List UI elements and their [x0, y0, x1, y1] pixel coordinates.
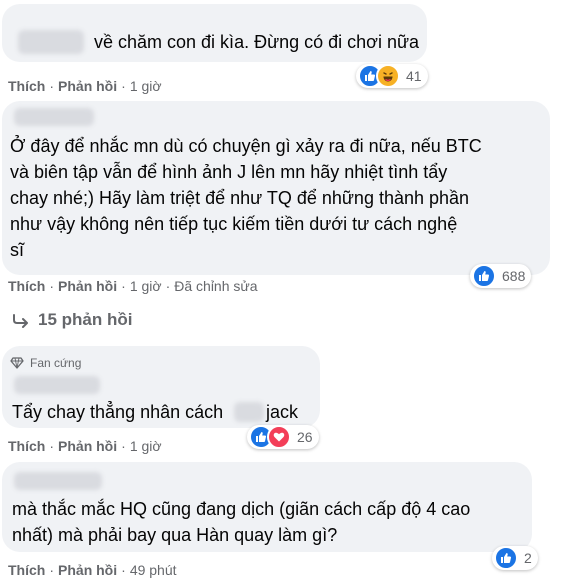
reply-button[interactable]: Phản hồi [58, 562, 117, 578]
reply-button[interactable]: Phản hồi [58, 438, 117, 454]
badge-label: Fan cứng [30, 356, 82, 370]
replies-count-label: 15 phản hồi [38, 310, 133, 329]
reaction-count: 26 [297, 429, 313, 445]
comment-text-line: jack [266, 402, 299, 422]
comment-text-line: và biên tập vẫn để hình ảnh J lên mn hãy… [10, 162, 448, 182]
heart-icon [267, 425, 291, 449]
reply-arrow-icon [13, 313, 28, 328]
redacted-name [14, 472, 102, 490]
comment-actions: Thích · Phản hồi · 1 giờ [8, 438, 162, 454]
comment-actions: Thích · Phản hồi · 49 phút [8, 562, 177, 578]
haha-icon [376, 64, 400, 88]
comment-text-line: chay nhé;) Hãy làm triệt để như TQ để nh… [10, 188, 470, 208]
reaction-summary[interactable]: 26 [247, 425, 319, 449]
comment-text-line: Ở đây để nhắc mn dù có chuyện gì xảy ra … [10, 136, 482, 156]
redacted-name [18, 30, 84, 54]
comment-text-line: nhất) mà phải bay qua Hàn quay làm gì? [12, 525, 338, 545]
like-button[interactable]: Thích [8, 278, 45, 294]
like-button[interactable]: Thích [8, 562, 45, 578]
reply-button[interactable]: Phản hồi [58, 78, 117, 94]
like-icon [472, 264, 496, 288]
redacted-name [14, 108, 94, 126]
reply-button[interactable]: Phản hồi [58, 278, 117, 294]
comment-text: về chăm con đi kìa. Đừng có đi chơi nữa [94, 32, 420, 52]
timestamp[interactable]: 49 phút [130, 562, 177, 578]
redacted-word [234, 402, 264, 422]
fan-badge: Fan cứng [10, 356, 81, 370]
redacted-name [14, 376, 100, 394]
comment-actions: Thích · Phản hồi · 1 giờ [8, 78, 162, 94]
like-icon [494, 546, 518, 570]
reaction-summary[interactable]: 41 [356, 64, 428, 88]
comment-text-line: Tẩy chay thẳng nhân cách [12, 402, 224, 422]
timestamp[interactable]: 1 giờ [130, 438, 162, 454]
timestamp[interactable]: 1 giờ [130, 78, 162, 94]
reaction-count: 2 [524, 550, 532, 566]
timestamp[interactable]: 1 giờ [130, 278, 162, 294]
like-button[interactable]: Thích [8, 78, 45, 94]
view-replies-button[interactable]: 15 phản hồi [12, 310, 132, 330]
edited-label: Đã chỉnh sửa [174, 278, 258, 294]
diamond-icon [10, 357, 24, 369]
comment-text-line: như vậy không nên tiếp tục kiếm tiền dướ… [10, 214, 458, 234]
comment-text-line: mà thắc mắc HQ cũng đang dịch (giãn cách… [12, 499, 471, 519]
like-button[interactable]: Thích [8, 438, 45, 454]
reaction-count: 41 [406, 68, 422, 84]
comment-text-line: sĩ [10, 240, 25, 260]
comment-actions: Thích · Phản hồi · 1 giờ · Đã chỉnh sửa [8, 278, 258, 294]
reaction-summary[interactable]: 2 [492, 546, 538, 570]
reaction-count: 688 [502, 268, 526, 284]
reaction-summary[interactable]: 688 [470, 264, 532, 288]
